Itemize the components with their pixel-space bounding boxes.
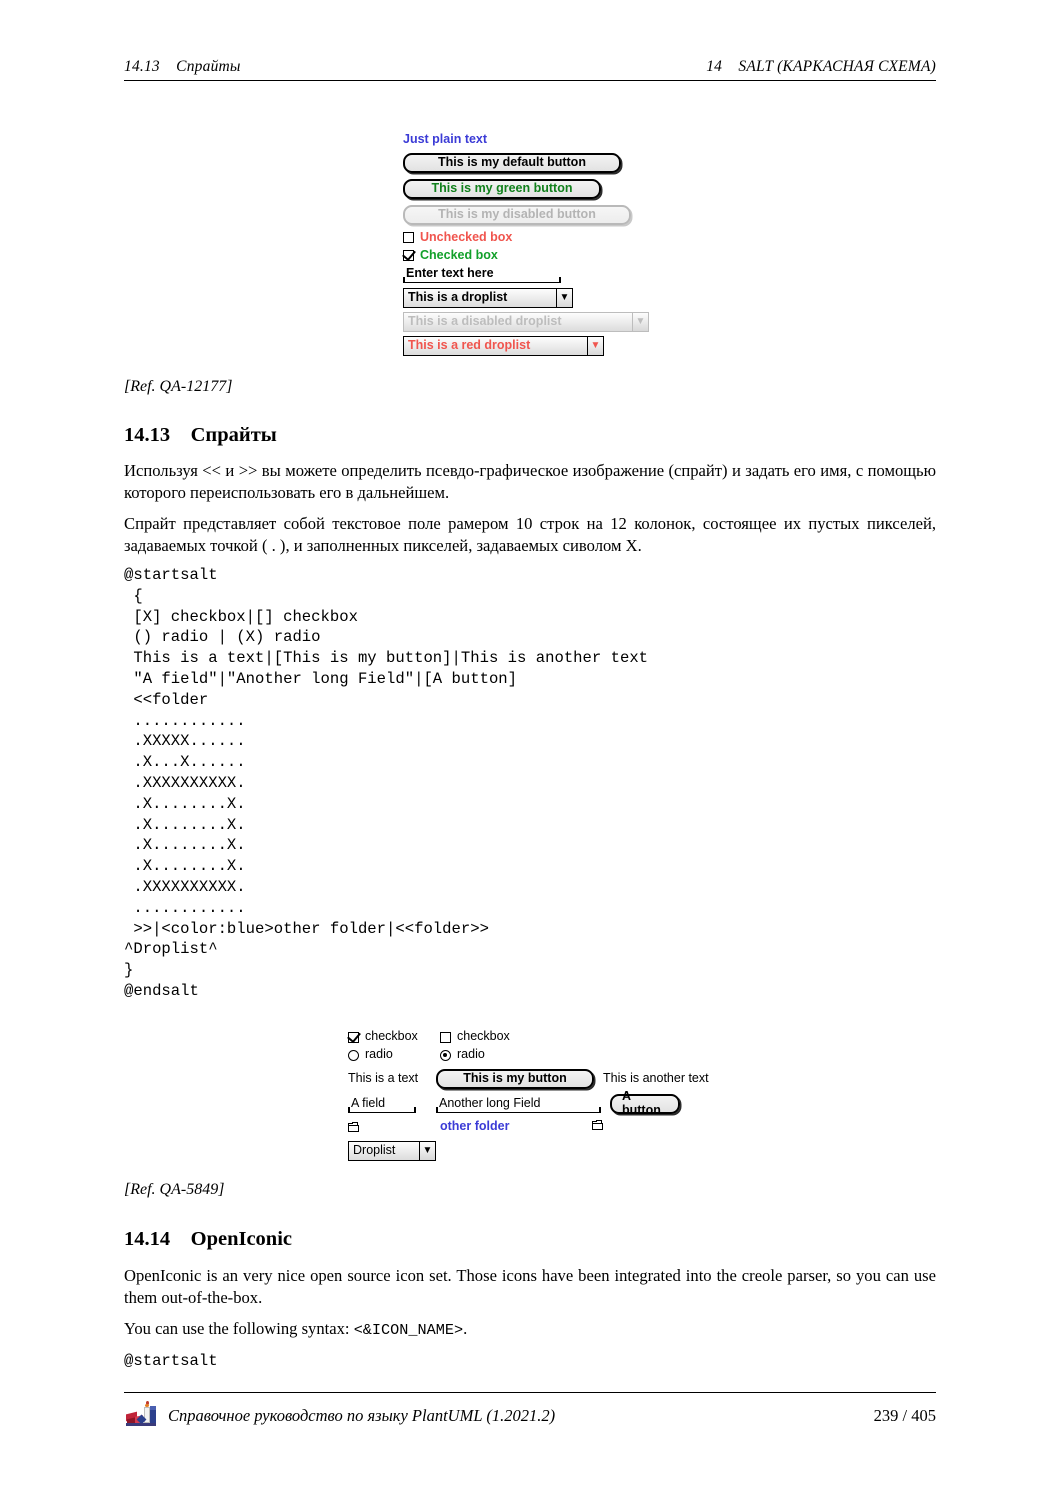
droplist-disabled: This is a disabled droplist ▼ xyxy=(403,312,649,333)
footer-page-number: 239 / 405 xyxy=(873,1406,936,1425)
footer-left: Справочное руководство по языку PlantUML… xyxy=(124,1400,555,1432)
unchecked-checkbox-icon[interactable] xyxy=(440,1031,451,1043)
field-another-long[interactable]: Another long Field xyxy=(436,1096,601,1113)
heading-14-13: 14.13 Спрайты xyxy=(124,424,277,446)
disabled-button: This is my disabled button xyxy=(403,204,631,225)
my-button[interactable]: This is my button xyxy=(436,1069,594,1089)
reference-qa-12177: [Ref. QA-12177] xyxy=(124,378,233,395)
heading-14-14: 14.14 OpenIconic xyxy=(124,1228,292,1250)
sprite-row-radio: radio radio xyxy=(348,1046,728,1064)
other-folder-label: other folder xyxy=(440,1119,510,1134)
sprite-checkbox-1[interactable]: checkbox xyxy=(348,1029,440,1044)
sprite-row-text: This is a text This is my button This is… xyxy=(348,1066,728,1092)
footer-title: Справочное руководство по языку PlantUML… xyxy=(168,1406,556,1425)
footer-rule xyxy=(124,1392,936,1394)
paragraph-14-2-prefix: You can use the following syntax: xyxy=(124,1319,354,1338)
paragraph-14-2: You can use the following syntax: <&ICON… xyxy=(124,1318,936,1340)
sprite-radio-2[interactable]: radio xyxy=(440,1047,485,1062)
sprite-radio-2-label: radio xyxy=(457,1047,485,1062)
unchecked-checkbox-icon[interactable] xyxy=(403,232,414,244)
folder-icon xyxy=(348,1122,360,1132)
folder-sprite-left-cell xyxy=(348,1122,440,1132)
salt-widgets-preview: Just plain text This is my default butto… xyxy=(403,132,663,357)
chevron-down-icon-disabled: ▼ xyxy=(632,313,648,332)
sprite-row-folders: other folder xyxy=(348,1116,728,1138)
sprite-checkbox-1-label: checkbox xyxy=(365,1029,418,1044)
a-button[interactable]: A button xyxy=(610,1089,680,1117)
default-button[interactable]: This is my default button xyxy=(403,152,621,173)
checked-box-label: Checked box xyxy=(420,247,498,262)
paragraph-13-2: Спрайт представляет собой текстовое поле… xyxy=(124,514,936,556)
code-block-salt: @startsalt { [X] checkbox|[] checkbox ()… xyxy=(124,566,649,1000)
chevron-down-icon-red[interactable]: ▼ xyxy=(587,337,603,356)
droplist-default[interactable]: This is a droplist ▼ xyxy=(403,288,573,309)
sprite-radio-1[interactable]: radio xyxy=(348,1047,440,1062)
plantuml-logo-icon xyxy=(124,1400,158,1432)
droplist-red[interactable]: This is a red droplist ▼ xyxy=(403,336,604,357)
sprite-row-fields: A field Another long Field A button xyxy=(348,1089,728,1117)
droplist-bottom[interactable]: Droplist ▼ xyxy=(348,1141,436,1161)
radio-selected-icon[interactable] xyxy=(440,1049,451,1061)
sprite-row-droplist: Droplist ▼ xyxy=(348,1141,728,1161)
document-page: 14.13 Спрайты 14 SALT (КАРКАСНАЯ СХЕМА) … xyxy=(0,0,1060,1500)
folder-icon xyxy=(592,1120,604,1131)
sprite-row-checkbox: checkbox checkbox xyxy=(348,1028,728,1046)
droplist-default-label: This is a droplist xyxy=(408,290,508,305)
salt-sprite-preview: checkbox checkbox radio radio This is a … xyxy=(348,1028,728,1161)
plain-text-label: Just plain text xyxy=(403,132,488,146)
green-button[interactable]: This is my green button xyxy=(403,178,601,199)
unchecked-box-label: Unchecked box xyxy=(420,229,513,244)
field-a[interactable]: A field xyxy=(348,1096,416,1113)
droplist-disabled-label: This is a disabled droplist xyxy=(408,314,562,329)
checked-checkbox-icon[interactable] xyxy=(403,249,414,261)
chevron-down-icon[interactable]: ▼ xyxy=(556,289,572,308)
sprite-text-right: This is another text xyxy=(603,1071,709,1086)
footer: Справочное руководство по языку PlantUML… xyxy=(124,1400,936,1432)
running-head: 14.13 Спрайты 14 SALT (КАРКАСНАЯ СХЕМА) xyxy=(124,58,936,76)
sprite-text-left: This is a text xyxy=(348,1071,419,1086)
running-head-rule xyxy=(124,80,936,82)
sprite-checkbox-2[interactable]: checkbox xyxy=(440,1029,510,1044)
paragraph-13-1: Используя << и >> вы можете определить п… xyxy=(124,461,936,503)
reference-qa-5849: [Ref. QA-5849] xyxy=(124,1181,225,1198)
radio-unselected-icon[interactable] xyxy=(348,1049,359,1061)
sprite-checkbox-2-label: checkbox xyxy=(457,1029,510,1044)
sprite-radio-1-label: radio xyxy=(365,1047,393,1062)
folder-sprite-right-cell xyxy=(592,1120,604,1134)
droplist-bottom-label: Droplist xyxy=(353,1143,396,1158)
paragraph-14-1: OpenIconic is an very nice open source i… xyxy=(124,1266,936,1308)
running-head-right: 14 SALT (КАРКАСНАЯ СХЕМА) xyxy=(706,58,936,75)
code-block-startsalt: @startsalt xyxy=(124,1352,218,1370)
text-field[interactable]: Enter text here xyxy=(403,266,561,284)
running-head-left: 14.13 Спрайты xyxy=(124,58,241,75)
unchecked-box-row[interactable]: Unchecked box xyxy=(403,229,663,245)
checked-checkbox-icon[interactable] xyxy=(348,1031,359,1043)
icon-name-syntax: <&ICON_NAME> xyxy=(353,1321,464,1339)
droplist-red-label: This is a red droplist xyxy=(408,338,531,353)
chevron-down-icon[interactable]: ▼ xyxy=(419,1142,435,1160)
checked-box-row[interactable]: Checked box xyxy=(403,247,663,263)
paragraph-14-2-suffix: . xyxy=(463,1319,468,1338)
